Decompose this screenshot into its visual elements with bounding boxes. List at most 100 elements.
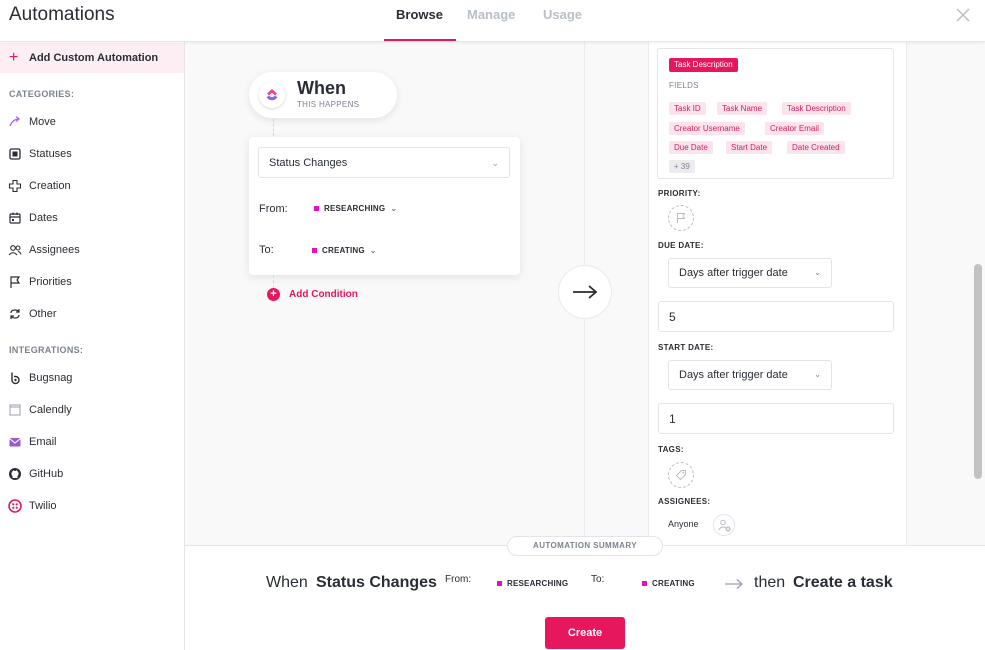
sidebar-item-move[interactable]: Move — [0, 111, 184, 133]
automation-canvas: When THIS HAPPENS Status Changes ⌄ From:… — [185, 42, 985, 545]
from-label: From: — [259, 203, 288, 215]
tab-usage[interactable]: Usage — [543, 7, 582, 22]
summary-when: When — [266, 574, 308, 591]
add-assignee-icon[interactable] — [713, 514, 735, 536]
creation-icon — [8, 179, 22, 193]
summary-to-status-value: CREATING — [652, 579, 695, 588]
status-icon — [8, 147, 22, 161]
arrow-right-icon — [724, 577, 744, 595]
sidebar: + Add Custom Automation CATEGORIES: Move… — [0, 42, 185, 650]
create-button[interactable]: Create — [545, 617, 625, 649]
field-tag[interactable]: Task Name — [717, 102, 768, 115]
summary-from-status-value: RESEARCHING — [507, 579, 569, 588]
tags-label: TAGS: — [658, 445, 684, 454]
calendly-icon — [8, 403, 22, 417]
sidebar-item-priorities[interactable]: Priorities — [0, 271, 184, 293]
variable-chip[interactable]: Task Description — [669, 58, 738, 72]
trigger-header: When THIS HAPPENS — [249, 72, 397, 118]
due-date-days-input[interactable]: 5 — [658, 301, 894, 332]
sidebar-item-label: Assignees — [29, 244, 80, 256]
tab-manage[interactable]: Manage — [467, 7, 515, 22]
sidebar-item-label: Other — [29, 308, 57, 320]
field-tag[interactable]: Start Date — [726, 141, 773, 154]
to-status-dropdown[interactable]: CREATING ⌄ — [312, 246, 377, 255]
field-tag[interactable]: Due Date — [669, 141, 713, 154]
start-date-mode-dropdown[interactable]: Days after trigger date ⌄ — [668, 360, 832, 390]
fields-label: FIELDS — [669, 81, 699, 90]
automation-summary: AUTOMATION SUMMARY When Status Changes F… — [185, 536, 985, 650]
sidebar-item-twilio[interactable]: Twilio — [0, 495, 184, 517]
chevron-down-icon: ⌄ — [369, 246, 377, 255]
sidebar-item-bugsnag[interactable]: Bugsnag — [0, 367, 184, 389]
chevron-down-icon: ⌄ — [491, 158, 499, 168]
variables-box: Task Description FIELDS Task ID Task Nam… — [657, 48, 894, 179]
summary-trigger: Status Changes — [316, 574, 437, 591]
sidebar-item-other[interactable]: Other — [0, 303, 184, 325]
sidebar-item-label: Email — [29, 436, 57, 448]
sidebar-item-github[interactable]: GitHub — [0, 463, 184, 485]
header-bar: Automations Browse Manage Usage — [0, 0, 985, 42]
scrollbar-thumb[interactable] — [974, 264, 982, 479]
sidebar-item-calendly[interactable]: Calendly — [0, 399, 184, 421]
chevron-down-icon: ⌄ — [814, 268, 821, 277]
to-label: To: — [259, 244, 274, 256]
trigger-card: Status Changes ⌄ From: RESEARCHING ⌄ To:… — [249, 137, 520, 275]
tab-browse[interactable]: Browse — [396, 7, 443, 22]
to-status-value: CREATING — [322, 246, 365, 255]
flag-icon[interactable] — [668, 205, 694, 231]
field-tag[interactable]: Date Created — [787, 141, 845, 154]
priority-label: PRIORITY: — [658, 189, 701, 198]
assignees-label: ASSIGNEES: — [658, 497, 711, 506]
sidebar-item-statuses[interactable]: Statuses — [0, 143, 184, 165]
trigger-select-value: Status Changes — [269, 157, 348, 169]
from-status-value: RESEARCHING — [324, 204, 386, 213]
field-tag[interactable]: Task ID — [669, 102, 706, 115]
from-status-dropdown[interactable]: RESEARCHING ⌄ — [314, 204, 397, 213]
plus-circle-icon: + — [267, 288, 280, 301]
summary-to-status: CREATING — [642, 579, 695, 588]
summary-action: Create a task — [793, 574, 893, 591]
sidebar-item-creation[interactable]: Creation — [0, 175, 184, 197]
tag-icon[interactable] — [668, 462, 694, 488]
start-date-mode-value: Days after trigger date — [679, 369, 788, 381]
sidebar-item-email[interactable]: Email — [0, 431, 184, 453]
field-tag[interactable]: Creator Username — [669, 122, 745, 135]
due-date-mode-dropdown[interactable]: Days after trigger date ⌄ — [668, 258, 832, 288]
sidebar-item-assignees[interactable]: Assignees — [0, 239, 184, 261]
sidebar-item-label: Move — [29, 116, 56, 128]
page-title: Automations — [9, 4, 115, 25]
add-condition-button[interactable]: + Add Condition — [267, 288, 358, 301]
field-tag[interactable]: Creator Email — [765, 122, 824, 135]
clickup-logo-icon — [259, 82, 285, 108]
active-tab-indicator — [384, 39, 456, 41]
trigger-subtitle: THIS HAPPENS — [297, 100, 360, 109]
connector-line — [273, 119, 274, 136]
twilio-icon — [8, 499, 22, 513]
field-tag[interactable]: Task Description — [782, 102, 851, 115]
chevron-down-icon: ⌄ — [390, 204, 398, 213]
sidebar-item-label: Statuses — [29, 148, 72, 160]
sidebar-item-label: Priorities — [29, 276, 72, 288]
status-color-swatch — [497, 581, 502, 586]
close-icon[interactable] — [954, 6, 972, 24]
summary-then: then — [754, 574, 786, 591]
sidebar-item-label: GitHub — [29, 468, 64, 480]
start-date-label: START DATE: — [658, 343, 714, 352]
github-icon — [8, 467, 22, 481]
summary-from-label: From: — [445, 574, 472, 585]
sidebar-item-label: Creation — [29, 180, 71, 192]
start-date-days-input[interactable]: 1 — [658, 403, 894, 434]
sidebar-item-label: Calendly — [29, 404, 72, 416]
summary-to-label: To: — [591, 574, 605, 585]
status-color-swatch — [642, 581, 647, 586]
flag-icon — [8, 275, 22, 289]
status-color-swatch — [314, 206, 319, 211]
trigger-select[interactable]: Status Changes ⌄ — [258, 147, 510, 178]
sidebar-item-label: Bugsnag — [29, 372, 73, 384]
sidebar-item-label: Twilio — [29, 500, 57, 512]
more-fields-tag[interactable]: + 39 — [669, 160, 695, 173]
bugsnag-icon — [8, 371, 22, 385]
sidebar-item-dates[interactable]: Dates — [0, 207, 184, 229]
status-color-swatch — [312, 248, 317, 253]
add-custom-automation-button[interactable]: + Add Custom Automation — [0, 43, 184, 73]
